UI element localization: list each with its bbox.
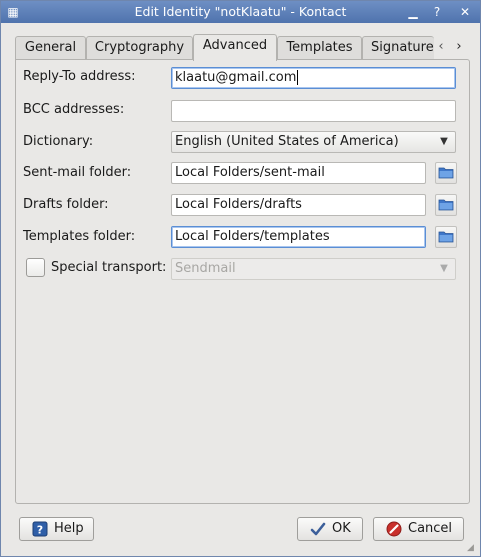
special-transport-label[interactable]: Special transport: bbox=[51, 259, 166, 277]
advanced-panel bbox=[15, 59, 470, 504]
transport-value: Sendmail bbox=[175, 261, 236, 276]
tab-scroll-left-icon[interactable]: ‹ bbox=[434, 38, 448, 56]
templates-folder-input[interactable]: Local Folders/templates bbox=[171, 226, 426, 248]
templates-label-text: Templates folder: bbox=[23, 229, 136, 244]
checkmark-icon bbox=[310, 522, 326, 536]
tab-templates[interactable]: Templates bbox=[277, 36, 362, 60]
tab-bar: General Cryptography Advanced Templates … bbox=[15, 34, 470, 61]
cancel-icon bbox=[386, 521, 402, 537]
help-book-icon: ? bbox=[32, 521, 48, 537]
close-icon[interactable]: ✕ bbox=[457, 4, 473, 20]
dictionary-label-text: Dictionary: bbox=[23, 134, 94, 149]
cancel-button[interactable]: Cancel bbox=[373, 517, 464, 541]
dictionary-label: Dictionary: bbox=[23, 133, 93, 151]
sent-mail-value: Local Folders/sent-mail bbox=[175, 165, 325, 180]
title-bar[interactable]: ▦ Edit Identity "notKlaatu" - Kontact ▁ … bbox=[1, 1, 480, 23]
tab-scroll-right-icon[interactable]: › bbox=[452, 38, 466, 56]
ok-button-label: OK bbox=[332, 521, 351, 536]
templates-folder-button[interactable] bbox=[435, 226, 457, 248]
minimize-icon[interactable]: ▁ bbox=[405, 4, 421, 20]
ok-button[interactable]: OK bbox=[297, 517, 363, 541]
dictionary-value: English (United States of America) bbox=[175, 134, 399, 149]
edit-identity-dialog: ▦ Edit Identity "notKlaatu" - Kontact ▁ … bbox=[0, 0, 481, 557]
drafts-folder-button[interactable] bbox=[435, 194, 457, 216]
help-button[interactable]: ? Help bbox=[19, 517, 94, 541]
sent-mail-label-text: Sent-mail folder: bbox=[23, 165, 132, 180]
sent-mail-label: Sent-mail folder: bbox=[23, 164, 131, 182]
tab-signature-label: Signature bbox=[371, 40, 434, 55]
transport-select[interactable]: Sendmail ▼ bbox=[171, 258, 456, 280]
reply-to-value: klaatu@gmail.com bbox=[175, 70, 297, 85]
sent-mail-folder-input[interactable]: Local Folders/sent-mail bbox=[171, 162, 426, 184]
tab-signature[interactable]: Signature bbox=[362, 36, 434, 60]
drafts-folder-input[interactable]: Local Folders/drafts bbox=[171, 194, 426, 216]
reply-to-input[interactable]: klaatu@gmail.com bbox=[171, 67, 456, 89]
tab-general[interactable]: General bbox=[15, 36, 86, 60]
tab-advanced-label: Advanced bbox=[202, 38, 268, 53]
help-icon[interactable]: ? bbox=[429, 4, 445, 20]
folder-icon bbox=[438, 167, 454, 179]
drafts-label: Drafts folder: bbox=[23, 196, 109, 214]
dictionary-select[interactable]: English (United States of America) ▼ bbox=[171, 131, 456, 153]
reply-to-label: Reply-To address: bbox=[23, 68, 136, 86]
drafts-value: Local Folders/drafts bbox=[175, 197, 302, 212]
bcc-label: BCC addresses: bbox=[23, 101, 124, 119]
special-transport-label-text: Special transport: bbox=[51, 260, 167, 275]
special-transport-checkbox[interactable] bbox=[26, 258, 45, 277]
sent-mail-folder-button[interactable] bbox=[435, 162, 457, 184]
drafts-label-text: Drafts folder: bbox=[23, 197, 109, 212]
help-button-label: Help bbox=[54, 521, 84, 536]
tab-templates-label: Templates bbox=[286, 40, 353, 55]
templates-label: Templates folder: bbox=[23, 228, 135, 246]
folder-icon bbox=[438, 231, 454, 243]
svg-text:?: ? bbox=[37, 524, 43, 537]
resize-grip-icon[interactable]: ◢ bbox=[467, 543, 477, 553]
tab-cryptography[interactable]: Cryptography bbox=[86, 36, 193, 60]
bcc-label-text: BCC addresses: bbox=[23, 102, 125, 117]
chevron-down-icon: ▼ bbox=[440, 136, 448, 147]
tab-advanced[interactable]: Advanced bbox=[193, 34, 277, 61]
templates-value: Local Folders/templates bbox=[175, 229, 330, 244]
reply-to-label-text: Reply-To address: bbox=[23, 69, 136, 84]
folder-icon bbox=[438, 199, 454, 211]
tab-general-label: General bbox=[24, 40, 77, 55]
chevron-down-icon: ▼ bbox=[440, 263, 448, 274]
bcc-input[interactable] bbox=[171, 100, 456, 122]
tab-cryptography-label: Cryptography bbox=[94, 40, 185, 55]
cancel-button-label: Cancel bbox=[408, 521, 453, 536]
